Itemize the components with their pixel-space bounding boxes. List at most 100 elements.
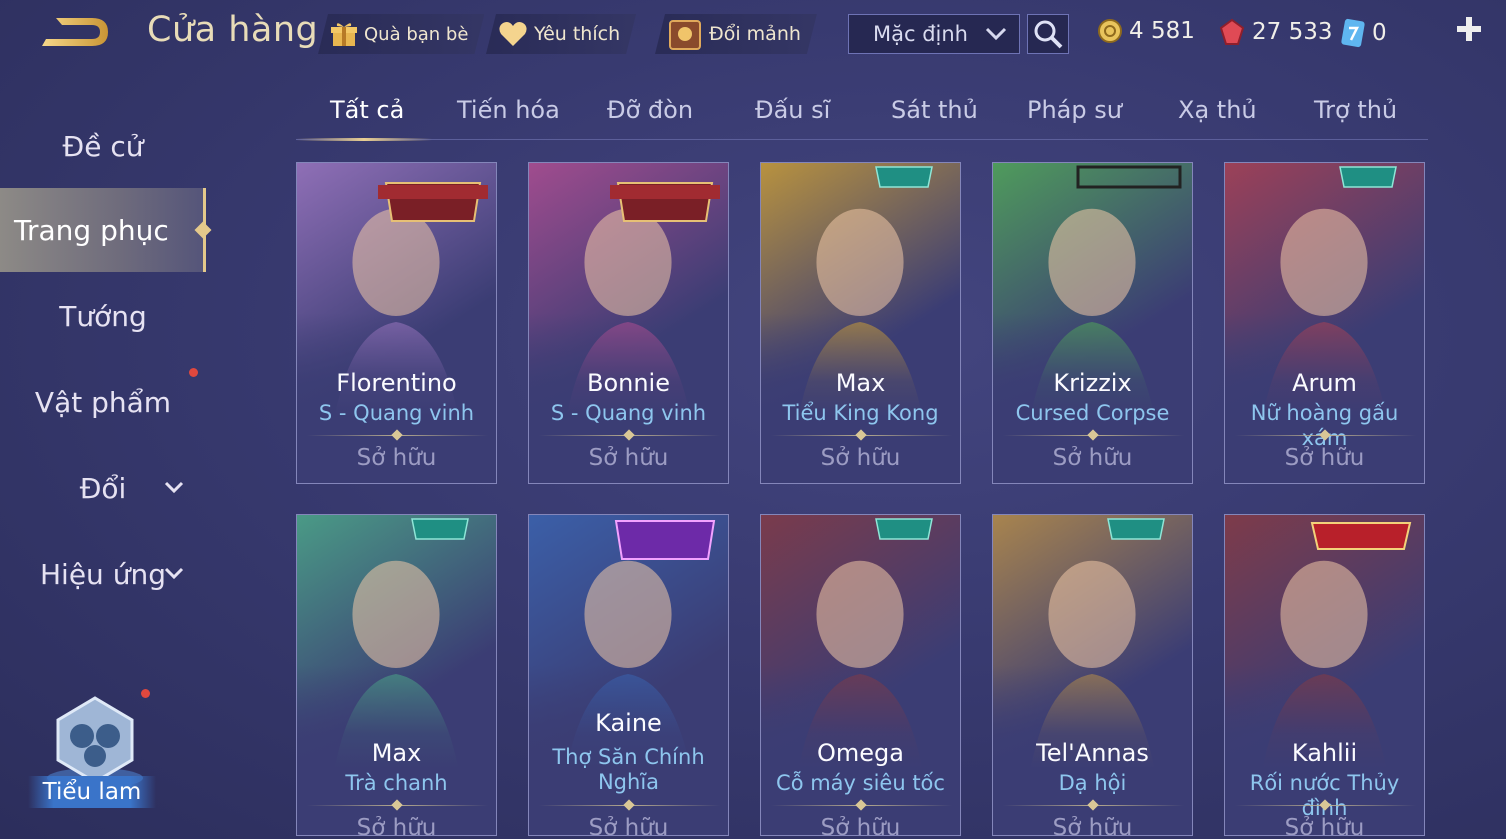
voucher-amount: 27 533 <box>1252 19 1333 45</box>
skin-name: Trà chanh <box>345 771 448 795</box>
skin-name: Cursed Corpse <box>1015 401 1170 425</box>
tab-evolution[interactable]: Tiến hóa <box>457 96 560 124</box>
tab-label: Đấu sĩ <box>755 96 831 124</box>
friend-gift-button[interactable]: Quà bạn bè <box>318 14 484 54</box>
limited-badge-icon <box>875 166 933 188</box>
tab-label: Trợ thủ <box>1314 96 1398 124</box>
skin-card[interactable]: Max Trà chanh Sở hữu <box>296 514 497 836</box>
sidebar-item-exchange[interactable]: Đổi <box>0 446 206 530</box>
skin-card[interactable]: Kaine Thợ Săn Chính Nghĩa Sở hữu <box>528 514 729 836</box>
tab-tank[interactable]: Đỡ đòn <box>607 96 693 124</box>
heart-icon <box>498 21 528 47</box>
tab-marksman[interactable]: Xạ thủ <box>1178 96 1257 124</box>
tab-support[interactable]: Trợ thủ <box>1314 96 1397 124</box>
tab-label: Tiến hóa <box>457 96 560 124</box>
sort-value: Mặc định <box>873 22 968 46</box>
skin-card[interactable]: Arum Nữ hoàng gấu xám Sở hữu <box>1224 162 1425 484</box>
card-divider <box>1235 805 1416 806</box>
hero-name: Krizzix <box>1053 369 1132 397</box>
favorites-label: Yêu thích <box>534 23 621 45</box>
limited-badge-icon <box>411 518 469 540</box>
card-divider <box>1003 435 1184 436</box>
sidebar-item-label: Trang phục <box>14 213 169 247</box>
skin-name: Rối nước Thủy đình <box>1249 771 1400 820</box>
sidebar-item-label: Tướng <box>59 299 147 333</box>
sidebar-item-heroes[interactable]: Tướng <box>0 274 206 358</box>
skin-card[interactable]: Krizzix Cursed Corpse Sở hữu <box>992 162 1193 484</box>
skin-card[interactable]: Omega Cỗ máy siêu tốc Sở hữu <box>760 514 961 836</box>
search-icon <box>1034 20 1063 49</box>
sidebar-item-recommended[interactable]: Đề cử <box>0 104 206 188</box>
back-arrow-icon <box>42 18 108 46</box>
fragment-exchange-label: Đổi mảnh <box>709 23 801 45</box>
fragment-exchange-button[interactable]: Đổi mảnh <box>655 14 817 54</box>
tab-mage[interactable]: Pháp sư <box>1027 96 1122 124</box>
skin-card[interactable]: Kahlii Rối nước Thủy đình Sở hữu <box>1224 514 1425 836</box>
hero-name: Bonnie <box>586 369 670 397</box>
rank-reward-badge-icon <box>610 182 720 222</box>
skin-name: Cỗ máy siêu tốc <box>776 771 945 795</box>
sidebar-item-label: Đề cử <box>62 129 144 163</box>
skin-card[interactable]: Bonnie S - Quang vinh Sở hữu <box>528 162 729 484</box>
skin-name: S - Quang vinh <box>318 401 475 425</box>
card-voucher-balance: 0 <box>1340 18 1387 48</box>
sidebar-item-effects[interactable]: Hiệu ứng <box>0 532 206 616</box>
skin-card[interactable]: Florentino S - Quang vinh Sở hữu <box>296 162 497 484</box>
gold-coin-icon <box>1098 19 1122 43</box>
skin-card[interactable]: Tel'Annas Dạ hội Sở hữu <box>992 514 1193 836</box>
favorites-button[interactable]: Yêu thích <box>486 14 636 54</box>
robot-mascot-icon <box>47 696 143 788</box>
card-divider <box>539 805 720 806</box>
gold-amount: 4 581 <box>1129 18 1195 44</box>
hero-name: Max <box>835 369 886 397</box>
tab-all[interactable]: Tất cả <box>330 96 404 124</box>
tab-fighter[interactable]: Đấu sĩ <box>755 96 830 124</box>
role-tabs: Tất cả Tiến hóa Đỡ đòn Đấu sĩ Sát thủ Ph… <box>296 90 1428 141</box>
card-voucher-amount: 0 <box>1372 20 1387 46</box>
card-voucher-icon <box>1341 18 1365 48</box>
active-indicator <box>194 221 212 239</box>
owned-status: Sở hữu <box>820 445 901 471</box>
chevron-down-icon <box>985 27 1007 41</box>
skin-name: Nữ hoàng gấu xám <box>1250 401 1399 450</box>
page-title: Cửa hàng <box>147 10 319 50</box>
hero-name: Tel'Annas <box>1036 739 1149 767</box>
card-divider <box>1235 435 1416 436</box>
hero-name: Max <box>371 739 422 767</box>
card-divider <box>307 435 488 436</box>
limited-badge-icon <box>875 518 933 540</box>
sidebar-item-label: Đổi <box>79 471 127 505</box>
top-bar: Cửa hàng Quà bạn bè Yêu thích Đổi mảnh M… <box>0 0 1506 70</box>
owned-status: Sở hữu <box>820 815 901 836</box>
hero-name: Kahlii <box>1291 739 1358 767</box>
hero-name: Arum <box>1292 369 1357 397</box>
friend-gift-label: Quà bạn bè <box>364 23 469 45</box>
tab-assassin[interactable]: Sát thủ <box>891 96 978 124</box>
sort-dropdown[interactable]: Mặc định <box>848 14 1020 54</box>
ruby-voucher-icon <box>1219 18 1245 45</box>
card-divider <box>771 435 952 436</box>
hero-name: Omega <box>817 739 904 767</box>
gold-balance: 4 581 <box>1097 18 1195 44</box>
back-button[interactable] <box>36 12 116 54</box>
notification-dot <box>189 368 198 377</box>
tab-label: Xạ thủ <box>1178 96 1257 124</box>
card-divider <box>539 435 720 436</box>
skin-card[interactable]: Max Tiểu King Kong Sở hữu <box>760 162 961 484</box>
owned-status: Sở hữu <box>356 815 437 836</box>
rank-reward-badge-icon <box>378 182 488 222</box>
owned-status: Sở hữu <box>588 815 669 836</box>
sidebar-item-items[interactable]: Vật phẩm <box>0 360 206 444</box>
tab-label: Tất cả <box>330 96 405 124</box>
plus-icon <box>1457 17 1481 41</box>
vietnam-logo-icon <box>1310 522 1412 550</box>
skin-name: Thợ Săn Chính Nghĩa <box>552 745 705 794</box>
sidebar-item-skins[interactable]: Trang phục <box>0 188 212 272</box>
event-logo-icon <box>614 520 716 560</box>
search-button[interactable] <box>1027 14 1069 54</box>
card-divider <box>1003 805 1184 806</box>
gift-icon <box>330 20 358 48</box>
owned-status: Sở hữu <box>1052 815 1133 836</box>
owned-status: Sở hữu <box>1052 445 1133 471</box>
add-currency-button[interactable] <box>1452 14 1486 50</box>
